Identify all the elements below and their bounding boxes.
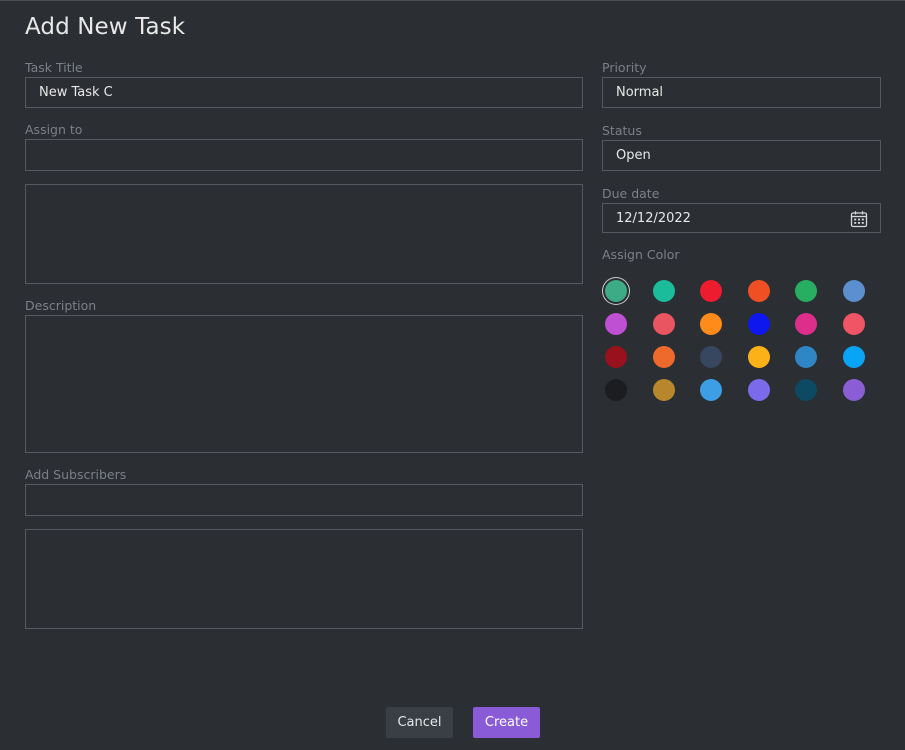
task-title-label: Task Title xyxy=(25,60,83,75)
color-swatch[interactable] xyxy=(747,379,770,401)
color-swatch[interactable] xyxy=(842,379,865,401)
assignees-list[interactable] xyxy=(25,184,583,284)
dialog-title: Add New Task xyxy=(25,14,186,40)
color-swatch[interactable] xyxy=(795,280,817,302)
cancel-button[interactable]: Cancel xyxy=(386,707,453,738)
color-swatch[interactable] xyxy=(842,313,865,335)
priority-select[interactable]: Normal xyxy=(602,77,881,108)
create-button[interactable]: Create xyxy=(473,707,540,738)
color-swatch[interactable] xyxy=(652,379,675,401)
assign-to-label: Assign to xyxy=(25,122,83,137)
add-task-dialog: Add New Task Task Title New Task C Assig… xyxy=(0,0,905,750)
color-swatch[interactable] xyxy=(605,379,627,401)
subscribers-list[interactable] xyxy=(25,529,583,629)
due-date-label: Due date xyxy=(602,186,660,201)
task-title-value: New Task C xyxy=(39,85,113,100)
color-swatch[interactable] xyxy=(795,313,817,335)
due-date-input[interactable]: 12/12/2022 xyxy=(602,203,881,233)
calendar-icon[interactable] xyxy=(850,210,868,228)
priority-value: Normal xyxy=(616,85,664,100)
due-date-value: 12/12/2022 xyxy=(616,210,691,226)
task-title-input[interactable]: New Task C xyxy=(25,77,583,108)
color-swatch[interactable] xyxy=(842,280,865,302)
status-value: Open xyxy=(616,148,651,163)
color-swatch[interactable] xyxy=(700,346,722,368)
color-swatch[interactable] xyxy=(747,280,770,302)
status-select[interactable]: Open xyxy=(602,140,881,171)
color-swatch[interactable] xyxy=(605,346,627,368)
assign-color-label: Assign Color xyxy=(602,247,680,262)
color-swatch[interactable] xyxy=(605,313,627,335)
color-swatch[interactable] xyxy=(795,379,817,401)
subscribers-input[interactable] xyxy=(25,484,583,516)
color-swatch[interactable] xyxy=(700,379,722,401)
color-swatch[interactable] xyxy=(747,346,770,368)
subscribers-label: Add Subscribers xyxy=(25,467,127,482)
color-swatch[interactable] xyxy=(652,346,675,368)
description-textarea[interactable] xyxy=(25,315,583,453)
color-swatch[interactable] xyxy=(795,346,817,368)
color-swatch[interactable] xyxy=(605,280,627,302)
color-swatch[interactable] xyxy=(652,313,675,335)
color-swatch[interactable] xyxy=(700,313,722,335)
color-swatch[interactable] xyxy=(842,346,865,368)
status-label: Status xyxy=(602,123,642,138)
color-swatch[interactable] xyxy=(652,280,675,302)
color-swatch[interactable] xyxy=(700,280,722,302)
color-swatch[interactable] xyxy=(747,313,770,335)
assign-to-input[interactable] xyxy=(25,139,583,171)
priority-label: Priority xyxy=(602,60,647,75)
description-label: Description xyxy=(25,298,97,313)
